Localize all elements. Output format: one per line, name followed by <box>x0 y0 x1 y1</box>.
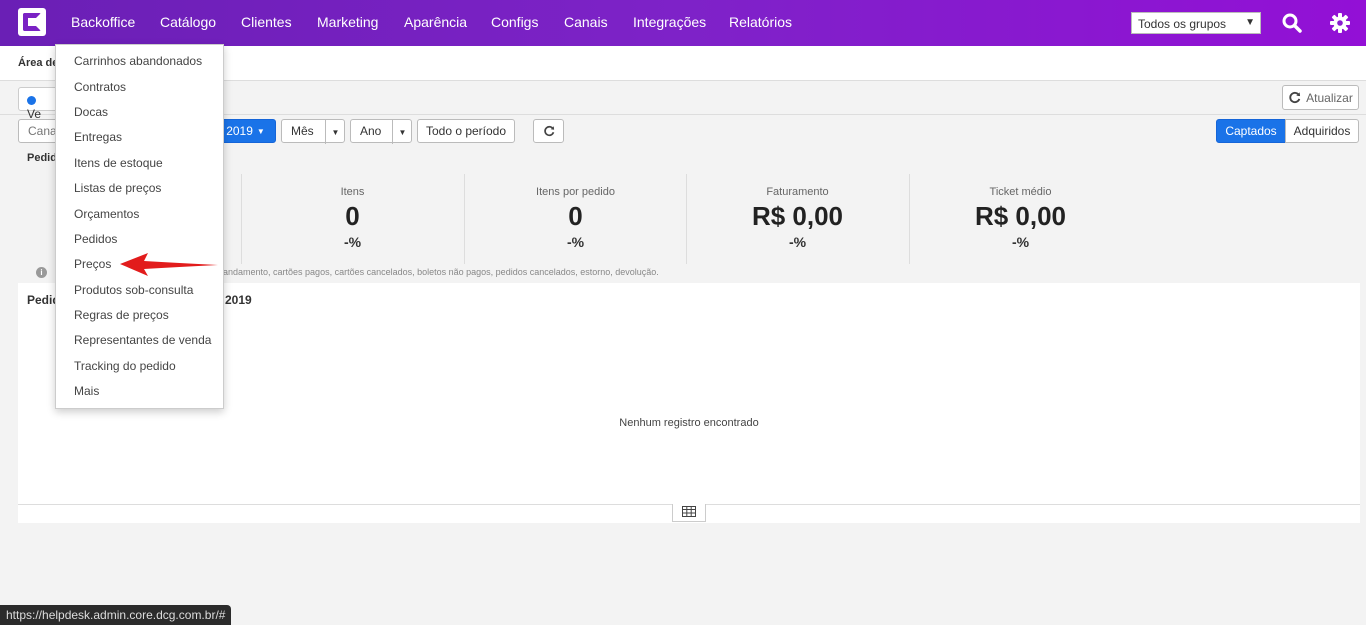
acquired-label: Adquiridos <box>1293 124 1351 138</box>
group-select-value: Todos os grupos <box>1138 17 1227 31</box>
stat-avg-ticket: Ticket médio R$ 0,00 -% <box>909 174 1131 264</box>
menu-item-carrinhos-abandonados[interactable]: Carrinhos abandonados <box>74 54 202 68</box>
grid-title-year: 2019 <box>225 293 252 307</box>
refresh-icon <box>543 125 554 137</box>
stat-revenue: Faturamento R$ 0,00 -% <box>686 174 908 264</box>
stat-label: Ticket médio <box>989 186 1052 198</box>
nav-canais[interactable]: Canais <box>564 14 608 30</box>
chevron-down-icon: ▼ <box>1245 17 1255 28</box>
logo-icon[interactable] <box>18 8 46 36</box>
reload-button[interactable] <box>533 119 564 143</box>
legend-chip[interactable]: Ve <box>18 87 58 121</box>
search-icon[interactable] <box>1281 12 1303 34</box>
stat-percent: -% <box>566 234 585 250</box>
nav-clientes[interactable]: Clientes <box>241 14 292 30</box>
stat-value: R$ 0,00 <box>974 201 1067 231</box>
menu-item-contratos[interactable]: Contratos <box>74 80 126 94</box>
nav-backoffice[interactable]: Backoffice <box>71 14 135 30</box>
stat-percent: -% <box>1011 234 1030 250</box>
nav-catalogo[interactable]: Catálogo <box>160 14 216 30</box>
stat-label: Faturamento <box>766 186 829 198</box>
menu-item-tracking-do-pedido[interactable]: Tracking do pedido <box>74 359 176 373</box>
menu-item-itens-de-estoque[interactable]: Itens de estoque <box>74 156 163 170</box>
nav-aparencia[interactable]: Aparência <box>404 14 467 30</box>
nav-configs[interactable]: Configs <box>491 14 538 30</box>
menu-item-produtos-sob-consulta[interactable]: Produtos sob-consulta <box>74 283 193 297</box>
red-arrow-icon <box>120 253 218 276</box>
menu-item-mais[interactable]: Mais <box>74 384 99 398</box>
stat-label: Itens por pedido <box>536 186 615 198</box>
caret-down-icon[interactable]: ▼ <box>392 120 412 144</box>
refresh-button[interactable]: Atualizar <box>1282 85 1359 110</box>
menu-item-representantes-de-venda[interactable]: Representantes de venda <box>74 333 211 347</box>
nav-relatorios[interactable]: Relatórios <box>729 14 792 30</box>
page-title: Área de <box>18 57 59 69</box>
table-view-toggle[interactable] <box>672 504 706 522</box>
caret-down-icon[interactable]: ▼ <box>325 120 345 144</box>
menu-item-docas[interactable]: Docas <box>74 105 108 119</box>
top-navbar: Backoffice Catálogo Clientes Marketing A… <box>0 0 1366 46</box>
year-dropdown-button[interactable]: 2019 ▼ <box>215 119 276 143</box>
menu-item-listas-de-precos[interactable]: Listas de preços <box>74 181 161 195</box>
status-bar-url: https://helpdesk.admin.core.dcg.com.br/# <box>0 605 232 625</box>
menu-item-precos[interactable]: Preços <box>74 257 111 271</box>
stat-label: Itens <box>340 186 365 198</box>
channel-filter[interactable]: Canal <box>18 119 59 143</box>
year-button-label: Ano <box>360 124 382 138</box>
refresh-label: Atualizar <box>1306 90 1353 105</box>
menu-item-regras-de-precos[interactable]: Regras de preços <box>74 308 169 322</box>
captured-label: Captados <box>1225 124 1277 138</box>
gear-icon[interactable] <box>1329 12 1351 34</box>
all-period-label: Todo o período <box>425 124 507 138</box>
stat-items-per-order: Itens por pedido 0 -% <box>464 174 686 264</box>
all-period-button[interactable]: Todo o período <box>417 119 515 143</box>
stat-items: Itens 0 -% <box>241 174 463 264</box>
stats-footnote: andamento, cartões pagos, cartões cancel… <box>223 267 659 277</box>
stat-value: 0 <box>568 201 583 231</box>
month-button[interactable]: Mês ▼ <box>281 119 345 144</box>
table-icon <box>682 506 696 517</box>
nav-integracoes[interactable]: Integrações <box>633 14 706 30</box>
year-dropdown-label: 2019 <box>226 124 253 138</box>
nav-marketing[interactable]: Marketing <box>317 14 378 30</box>
stat-value: R$ 0,00 <box>751 201 844 231</box>
month-button-label: Mês <box>291 124 314 138</box>
refresh-icon <box>1289 91 1301 104</box>
year-button[interactable]: Ano ▼ <box>350 119 412 144</box>
group-select[interactable]: Todos os grupos ▼ <box>1131 12 1261 34</box>
orders-panel-title: Pedid <box>27 152 57 164</box>
stat-value: 0 <box>345 201 360 231</box>
caret-down-icon: ▼ <box>256 126 265 136</box>
stat-percent: -% <box>788 234 807 250</box>
blue-dot-icon <box>27 96 36 105</box>
menu-item-orcamentos[interactable]: Orçamentos <box>74 207 139 221</box>
backoffice-dropdown-menu: Carrinhos abandonados Contratos Docas En… <box>55 44 224 409</box>
acquired-button[interactable]: Adquiridos <box>1285 119 1359 143</box>
empty-message: Nenhum registro encontrado <box>619 417 759 429</box>
info-icon: i <box>36 267 47 278</box>
menu-item-pedidos[interactable]: Pedidos <box>74 232 117 246</box>
stat-percent: -% <box>343 234 362 250</box>
captured-button[interactable]: Captados <box>1216 119 1286 143</box>
menu-item-entregas[interactable]: Entregas <box>74 130 122 144</box>
